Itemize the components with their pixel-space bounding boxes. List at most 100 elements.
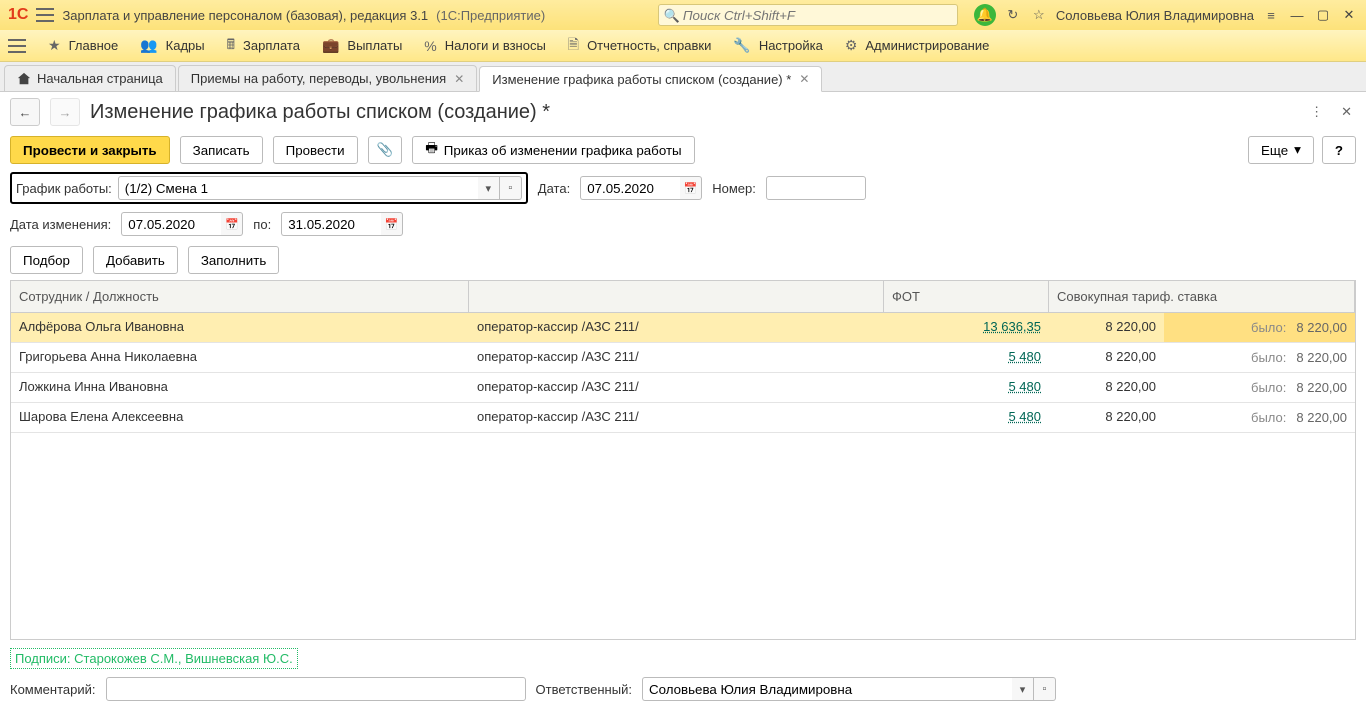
cell-fot: 5 480 <box>884 403 1049 432</box>
number-input[interactable] <box>766 176 866 200</box>
date-input-group: 📅 <box>580 176 702 200</box>
cell-was: было:8 220,00 <box>1164 343 1355 372</box>
close-icon[interactable]: ✕ <box>799 72 809 86</box>
search-icon: 🔍 <box>664 8 680 24</box>
menu-main[interactable]: ★Главное <box>48 37 118 54</box>
to-label: по: <box>253 217 271 232</box>
page-close-icon[interactable]: ✕ <box>1337 100 1356 124</box>
col-position[interactable] <box>469 281 884 312</box>
fill-button[interactable]: Заполнить <box>188 246 279 274</box>
calendar-icon[interactable]: 📅 <box>221 212 243 236</box>
post-and-close-button[interactable]: Провести и закрыть <box>10 136 170 164</box>
pick-button[interactable]: Подбор <box>10 246 83 274</box>
nav-back-button[interactable]: ← <box>10 98 40 126</box>
bell-icon[interactable]: 🔔 <box>974 4 996 26</box>
table-actions: Подбор Добавить Заполнить <box>0 240 1366 280</box>
fot-link[interactable]: 5 480 <box>1008 409 1041 424</box>
comment-label: Комментарий: <box>10 682 96 697</box>
cell-was: было:8 220,00 <box>1164 373 1355 402</box>
menu-nastr[interactable]: 🔧Настройка <box>733 37 822 54</box>
calc-icon: 🖩 <box>227 34 235 58</box>
col-rate[interactable]: Совокупная тариф. ставка <box>1049 281 1355 312</box>
tab-schedule-label: Изменение графика работы списком (создан… <box>492 72 791 87</box>
responsible-label: Ответственный: <box>536 682 632 697</box>
menu-kadry[interactable]: 👥Кадры <box>140 37 204 54</box>
menu-otchet[interactable]: 🗎Отчетность, справки <box>568 34 712 58</box>
tab-transfers-label: Приемы на работу, переводы, увольнения <box>191 71 446 86</box>
minimize-button[interactable]: — <box>1288 8 1306 23</box>
paperclip-icon: 📎 <box>377 142 394 158</box>
print-order-button[interactable]: 🖶Приказ об изменении графика работы <box>412 136 694 164</box>
nav-forward-button[interactable]: → <box>50 98 80 126</box>
fot-link[interactable]: 5 480 <box>1008 349 1041 364</box>
global-search[interactable]: 🔍 <box>658 4 958 26</box>
dropdown-button[interactable]: ▾ <box>478 176 500 200</box>
comment-input[interactable] <box>106 677 526 701</box>
attach-button[interactable]: 📎 <box>368 136 403 164</box>
change-date-input[interactable] <box>121 212 221 236</box>
maximize-button[interactable]: ▢ <box>1314 7 1332 23</box>
add-button[interactable]: Добавить <box>93 246 178 274</box>
cell-position: оператор-кассир /АЗС 211/ <box>469 403 884 432</box>
to-date-input[interactable] <box>281 212 381 236</box>
close-icon[interactable]: ✕ <box>454 72 464 86</box>
cell-rate-wrap: 8 220,00было:8 220,00 <box>1049 313 1355 342</box>
schedule-input[interactable] <box>118 176 478 200</box>
title-bar: 1С Зарплата и управление персоналом (баз… <box>0 0 1366 30</box>
table-row[interactable]: Ложкина Инна Ивановнаоператор-кассир /АЗ… <box>11 373 1355 403</box>
calendar-icon[interactable]: 📅 <box>680 176 702 200</box>
page-more-icon[interactable]: ⋮ <box>1306 100 1327 124</box>
cell-was: было:8 220,00 <box>1164 403 1355 432</box>
user-name[interactable]: Соловьева Юлия Владимировна <box>1056 8 1254 23</box>
open-ref-button[interactable]: ▫ <box>500 176 522 200</box>
to-date-group: 📅 <box>281 212 403 236</box>
menu-burger-icon[interactable] <box>8 39 26 53</box>
cell-rate-wrap: 8 220,00было:8 220,00 <box>1049 343 1355 372</box>
tab-transfers[interactable]: Приемы на работу, переводы, увольнения ✕ <box>178 65 477 91</box>
dropdown-button[interactable]: ▾ <box>1012 677 1034 701</box>
col-fot[interactable]: ФОТ <box>884 281 1049 312</box>
app-title: Зарплата и управление персоналом (базова… <box>62 8 428 23</box>
save-button[interactable]: Записать <box>180 136 263 164</box>
cell-position: оператор-кассир /АЗС 211/ <box>469 343 884 372</box>
post-button[interactable]: Провести <box>273 136 358 164</box>
more-button[interactable]: Еще ▾ <box>1248 136 1314 164</box>
fot-link[interactable]: 5 480 <box>1008 379 1041 394</box>
date-input[interactable] <box>580 176 680 200</box>
star-icon[interactable]: ☆ <box>1030 7 1048 23</box>
help-button[interactable]: ? <box>1322 136 1356 164</box>
chevron-down-icon: ▾ <box>1294 142 1301 158</box>
close-window-button[interactable]: ✕ <box>1340 7 1358 23</box>
app-subtitle: (1С:Предприятие) <box>436 8 545 23</box>
menu-nalogi[interactable]: %Налоги и взносы <box>424 38 546 54</box>
form-row-schedule: График работы: ▾ ▫ Дата: 📅 Номер: <box>0 168 1366 208</box>
col-employee[interactable]: Сотрудник / Должность <box>11 281 469 312</box>
menu-admin[interactable]: ⚙Администрирование <box>845 37 990 54</box>
table-row[interactable]: Григорьева Анна Николаевнаоператор-касси… <box>11 343 1355 373</box>
change-date-label: Дата изменения: <box>10 217 111 232</box>
tab-schedule-change[interactable]: Изменение графика работы списком (создан… <box>479 66 822 92</box>
open-ref-button[interactable]: ▫ <box>1034 677 1056 701</box>
cell-position: оператор-кассир /АЗС 211/ <box>469 313 884 342</box>
responsible-input[interactable] <box>642 677 1012 701</box>
toolbar: Провести и закрыть Записать Провести 📎 🖶… <box>0 132 1366 168</box>
tab-home[interactable]: Начальная страница <box>4 65 176 91</box>
fot-link[interactable]: 13 636,35 <box>983 319 1041 334</box>
table-row[interactable]: Алфёрова Ольга Ивановнаоператор-кассир /… <box>11 313 1355 343</box>
star-icon: ★ <box>48 37 61 54</box>
cell-employee: Ложкина Инна Ивановна <box>11 373 469 402</box>
signatures-link[interactable]: Подписи: Старокожев С.М., Вишневская Ю.С… <box>10 648 298 669</box>
cell-rate-wrap: 8 220,00было:8 220,00 <box>1049 373 1355 402</box>
menu-vyplaty[interactable]: 💼Выплаты <box>322 37 402 54</box>
menu-zarplata[interactable]: 🖩Зарплата <box>227 34 300 58</box>
grid-body[interactable]: Алфёрова Ольга Ивановнаоператор-кассир /… <box>11 313 1355 639</box>
cell-employee: Григорьева Анна Николаевна <box>11 343 469 372</box>
table-row[interactable]: Шарова Елена Алексеевнаоператор-кассир /… <box>11 403 1355 433</box>
filter-icon[interactable]: ≡ <box>1262 8 1280 23</box>
form-row-change-date: Дата изменения: 📅 по: 📅 <box>0 208 1366 240</box>
responsible-group: ▾ ▫ <box>642 677 1056 701</box>
calendar-icon[interactable]: 📅 <box>381 212 403 236</box>
history-icon[interactable]: ↻ <box>1004 7 1022 23</box>
burger-icon[interactable] <box>36 8 54 22</box>
search-input[interactable] <box>658 4 958 26</box>
